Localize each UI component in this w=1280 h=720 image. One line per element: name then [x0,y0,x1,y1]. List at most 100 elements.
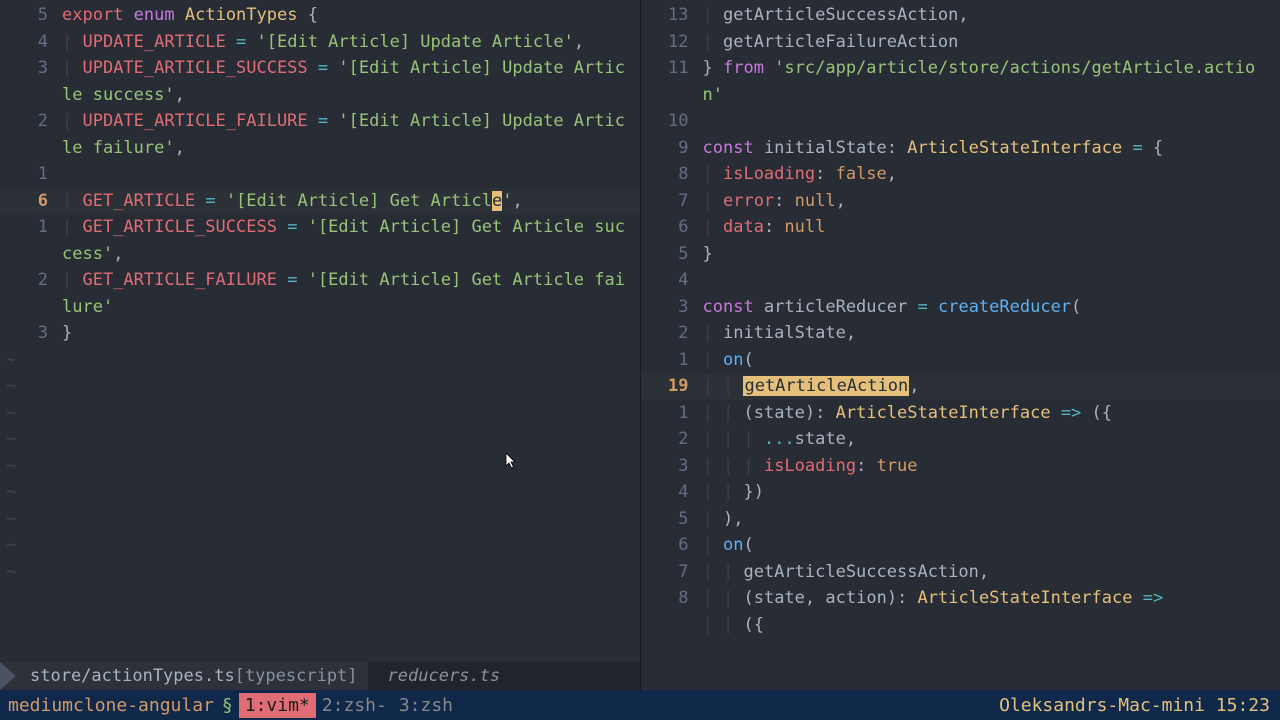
code-content[interactable]: | getArticleSuccessAction, [703,2,1280,29]
code-content[interactable]: | GET_ARTICLE_SUCCESS = '[Edit Article] … [62,214,640,267]
code-content[interactable]: | GET_ARTICLE_FAILURE = '[Edit Article] … [62,267,640,320]
tmux-window-3[interactable]: 3:zsh [393,695,459,716]
tmux-window-2[interactable]: 2:zsh- [316,695,393,716]
line-number: 12 [641,29,703,56]
code-line[interactable]: 2| | | ...state, [641,426,1280,453]
right-code-area[interactable]: 13| getArticleSuccessAction,12| getArtic… [641,0,1280,690]
empty-line-tilde: ~ [0,532,640,559]
code-line[interactable]: 6| on( [641,532,1280,559]
code-content[interactable]: | UPDATE_ARTICLE = '[Edit Article] Updat… [62,29,640,56]
empty-line-tilde: ~ [0,479,640,506]
code-line[interactable]: 4 [641,267,1280,294]
code-content[interactable]: | getArticleFailureAction [703,29,1280,56]
code-content[interactable]: | | ({ [703,612,1280,639]
code-line[interactable]: 3const articleReducer = createReducer( [641,294,1280,321]
code-line[interactable]: 4| UPDATE_ARTICLE = '[Edit Article] Upda… [0,29,640,56]
empty-line-tilde: ~ [0,373,640,400]
code-line[interactable]: 2| initialState, [641,320,1280,347]
code-content[interactable]: export enum ActionTypes { [62,2,640,29]
code-line[interactable]: 5} [641,241,1280,268]
code-line[interactable]: 9const initialState: ArticleStateInterfa… [641,135,1280,162]
code-line[interactable]: 19| | getArticleAction, [641,373,1280,400]
line-number: 4 [641,267,703,294]
line-number: 5 [641,506,703,533]
tmux-statusline: mediumclone-angular § 1:vim* 2:zsh- 3:zs… [0,690,1280,720]
left-status-filetype: [typescript] [235,666,368,686]
code-content[interactable]: const initialState: ArticleStateInterfac… [703,135,1280,162]
code-line[interactable]: 8| isLoading: false, [641,161,1280,188]
code-content[interactable]: | GET_ARTICLE = '[Edit Article] Get Arti… [62,188,640,215]
line-number: 3 [0,55,62,108]
code-content[interactable]: | error: null, [703,188,1280,215]
code-content[interactable]: } [62,320,640,347]
code-content[interactable]: | isLoading: false, [703,161,1280,188]
code-content[interactable]: } from 'src/app/article/store/actions/ge… [703,55,1280,108]
line-number: 13 [641,2,703,29]
code-line[interactable]: 1| on( [641,347,1280,374]
left-code-area[interactable]: 5export enum ActionTypes {4| UPDATE_ARTI… [0,0,640,662]
line-number: 2 [641,320,703,347]
line-number: 1 [641,400,703,427]
code-line[interactable]: 2| UPDATE_ARTICLE_FAILURE = '[Edit Artic… [0,108,640,161]
line-number: 3 [0,320,62,347]
code-content[interactable]: | | }) [703,479,1280,506]
line-number: 6 [641,532,703,559]
code-content[interactable] [62,161,640,188]
line-number: 6 [641,214,703,241]
code-line[interactable]: 1| GET_ARTICLE_SUCCESS = '[Edit Article]… [0,214,640,267]
code-content[interactable]: | UPDATE_ARTICLE_FAILURE = '[Edit Articl… [62,108,640,161]
line-number: 7 [641,559,703,586]
code-content[interactable]: } [703,241,1280,268]
left-statusline: store/actionTypes.ts [typescript] reduce… [0,662,640,690]
code-line[interactable]: 7| | getArticleSuccessAction, [641,559,1280,586]
code-line[interactable]: 12| getArticleFailureAction [641,29,1280,56]
code-line[interactable]: 3} [0,320,640,347]
code-line[interactable]: 3| UPDATE_ARTICLE_SUCCESS = '[Edit Artic… [0,55,640,108]
code-line[interactable]: 2| GET_ARTICLE_FAILURE = '[Edit Article]… [0,267,640,320]
right-pane[interactable]: 13| getArticleSuccessAction,12| getArtic… [641,0,1280,690]
code-content[interactable]: | | | ...state, [703,426,1280,453]
code-content[interactable] [703,267,1280,294]
code-line[interactable]: 7| error: null, [641,188,1280,215]
code-line[interactable]: 11} from 'src/app/article/store/actions/… [641,55,1280,108]
code-content[interactable]: | | getArticleSuccessAction, [703,559,1280,586]
line-number: 5 [0,2,62,29]
empty-line-tilde: ~ [0,347,640,374]
code-line[interactable]: 1 [0,161,640,188]
code-content[interactable]: | data: null [703,214,1280,241]
code-content[interactable]: | ), [703,506,1280,533]
line-number: 5 [641,241,703,268]
line-number: 10 [641,108,703,135]
code-content[interactable]: | initialState, [703,320,1280,347]
code-line[interactable]: 1| | (state): ArticleStateInterface => (… [641,400,1280,427]
code-content[interactable]: | | getArticleAction, [703,373,1280,400]
code-line[interactable]: 6| GET_ARTICLE = '[Edit Article] Get Art… [0,188,640,215]
code-line[interactable]: 6| data: null [641,214,1280,241]
line-number: 1 [0,161,62,188]
code-content[interactable] [703,108,1280,135]
tmux-window-active[interactable]: 1:vim* [239,693,316,718]
line-number: 19 [641,373,703,400]
empty-line-tilde: ~ [0,506,640,533]
code-content[interactable]: | | | isLoading: true [703,453,1280,480]
code-line[interactable]: | | ({ [641,612,1280,639]
code-line[interactable]: 3| | | isLoading: true [641,453,1280,480]
line-number: 2 [641,426,703,453]
left-pane[interactable]: 5export enum ActionTypes {4| UPDATE_ARTI… [0,0,641,690]
code-line[interactable]: 5export enum ActionTypes { [0,2,640,29]
code-content[interactable]: | | (state): ArticleStateInterface => ({ [703,400,1280,427]
tmux-right-status: Oleksandrs-Mac-mini 15:23 [999,695,1280,716]
code-content[interactable]: | on( [703,347,1280,374]
code-content[interactable]: | UPDATE_ARTICLE_SUCCESS = '[Edit Articl… [62,55,640,108]
code-line[interactable]: 13| getArticleSuccessAction, [641,2,1280,29]
code-content[interactable]: | on( [703,532,1280,559]
line-number: 1 [0,214,62,267]
code-line[interactable]: 8| | (state, action): ArticleStateInterf… [641,585,1280,612]
status-mode-arrow [0,662,16,690]
code-line[interactable]: 4| | }) [641,479,1280,506]
code-line[interactable]: 10 [641,108,1280,135]
line-number: 3 [641,453,703,480]
code-content[interactable]: | | (state, action): ArticleStateInterfa… [703,585,1280,612]
code-line[interactable]: 5| ), [641,506,1280,533]
code-content[interactable]: const articleReducer = createReducer( [703,294,1280,321]
